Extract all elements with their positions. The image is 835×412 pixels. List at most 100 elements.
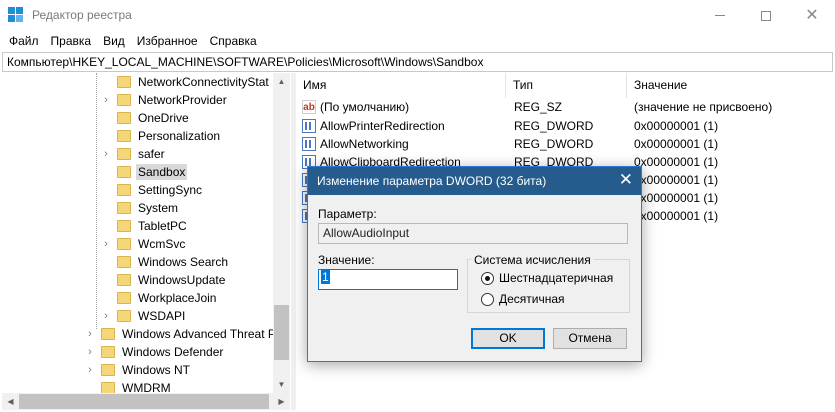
value-data-text: 1 [321,270,330,284]
value-row[interactable]: ab (По умолчанию) REG_SZ (значение не пр… [296,98,835,116]
tree-horizontal-scroll-thumb[interactable] [19,394,269,409]
folder-open-icon [117,166,131,178]
menu-file[interactable]: Файл [3,31,45,51]
close-button[interactable]: ✕ [789,0,835,31]
folder-icon [101,328,115,340]
tree-horizontal-scrollbar[interactable]: ◀ ▶ [2,393,290,410]
tree-item[interactable]: TabletPC [101,217,189,235]
tree-item[interactable]: WorkplaceJoin [101,289,218,307]
menu-edit[interactable]: Правка [45,31,98,51]
cancel-button[interactable]: Отмена [553,328,627,349]
expand-chevron-icon[interactable]: › [101,94,111,106]
title-bar: Редактор реестра ✕ [0,0,835,31]
tree-item-label: WSDAPI [138,309,186,323]
expand-chevron-icon[interactable]: › [85,328,95,340]
address-bar[interactable]: Компьютер\HKEY_LOCAL_MACHINE\SOFTWARE\Po… [2,52,833,72]
tree-item[interactable]: System [101,199,180,217]
folder-icon [117,130,131,142]
tree-item[interactable]: SettingSync [101,181,204,199]
parameter-label: Параметр: [318,207,377,221]
maximize-icon [761,10,771,21]
radio-selected-icon[interactable] [481,271,494,285]
string-value-icon: ab [302,100,316,114]
menu-bar: Файл Правка Вид Избранное Справка [0,31,835,51]
tree-item-label: Windows Search [138,255,229,269]
expand-chevron-icon[interactable]: › [101,148,111,160]
expand-chevron-icon[interactable]: › [85,346,95,358]
base-groupbox-title: Система исчисления [471,253,594,267]
menu-view[interactable]: Вид [97,31,131,51]
window-title: Редактор реестра [32,8,132,22]
column-header-type[interactable]: Тип [506,73,627,98]
tree-item[interactable]: › WcmSvc [101,235,187,253]
scroll-left-icon[interactable]: ◀ [2,393,19,410]
tree-item-label: Windows NT [122,363,191,377]
column-header-name[interactable]: Имя [296,73,506,98]
maximize-button[interactable] [743,0,789,31]
tree-item[interactable]: › safer [101,145,167,163]
tree-item-label: WcmSvc [138,237,186,251]
value-data: 0x00000001 (1) [634,191,719,205]
minimize-button[interactable] [697,0,743,31]
value-name: AllowNetworking [320,137,409,151]
value-row[interactable]: AllowNetworking REG_DWORD 0x00000001 (1) [296,135,835,153]
radio-decimal[interactable]: Десятичная [481,292,565,306]
folder-icon [117,292,131,304]
folder-icon [117,220,131,232]
dialog-title-bar[interactable]: Изменение параметра DWORD (32 бита) ✕ [308,167,641,195]
scroll-up-icon[interactable]: ▲ [273,73,290,90]
value-type: REG_DWORD [514,137,594,151]
tree-vertical-scrollbar[interactable]: ▲ ▼ [273,73,290,393]
folder-icon [117,94,131,106]
tree-item[interactable]: Windows Search [101,253,230,271]
radio-unselected-icon[interactable] [481,292,494,306]
tree-item[interactable]: OneDrive [101,109,191,127]
value-type: REG_SZ [514,100,563,114]
dialog-close-icon[interactable]: ✕ [619,171,633,189]
tree-item-label: TabletPC [138,219,187,233]
tree-item[interactable]: › WSDAPI [101,307,187,325]
tree-vertical-scroll-thumb[interactable] [274,305,289,360]
folder-icon [101,346,115,358]
menu-favorites[interactable]: Избранное [131,31,204,51]
expand-chevron-icon[interactable]: › [101,310,111,322]
expand-chevron-icon[interactable]: › [85,364,95,376]
value-row[interactable]: AllowPrinterRedirection REG_DWORD 0x0000… [296,117,835,135]
folder-icon [117,184,131,196]
tree-item[interactable]: WindowsUpdate [101,271,227,289]
tree-item[interactable]: › Windows NT [85,361,192,379]
folder-icon [117,256,131,268]
expand-chevron-icon[interactable]: › [101,238,111,250]
tree-item-label: Windows Defender [122,345,224,359]
folder-icon [101,364,115,376]
tree-item-label: safer [138,147,165,161]
scroll-right-icon[interactable]: ▶ [273,393,290,410]
value-data-input[interactable]: 1 [318,269,458,290]
value-data: (значение не присвоено) [634,100,773,114]
menu-help[interactable]: Справка [204,31,263,51]
tree-item-sandbox[interactable]: Sandbox [101,163,188,181]
column-header-value[interactable]: Значение [627,73,835,98]
tree-item[interactable]: Personalization [101,127,222,145]
radio-decimal-label: Десятичная [499,292,565,306]
dialog-title: Изменение параметра DWORD (32 бита) [317,174,547,188]
tree-item[interactable]: › Windows Advanced Threat P [85,325,278,343]
tree-item[interactable]: NetworkConnectivityStat [101,73,271,91]
tree-item-label: NetworkConnectivityStat [138,75,269,89]
folder-icon [117,148,131,160]
parameter-name-field: AllowAudioInput [318,223,628,244]
tree-item-label: Windows Advanced Threat P [122,327,276,341]
value-type: REG_DWORD [514,119,594,133]
radio-hexadecimal[interactable]: Шестнадцатеричная [481,271,613,285]
ok-button[interactable]: OK [471,328,545,349]
value-label: Значение: [318,253,375,267]
tree-item[interactable]: › Windows Defender [85,343,225,361]
close-icon: ✕ [805,6,819,24]
tree-item-label: Sandbox [136,164,188,180]
folder-icon [117,274,131,286]
dword-value-icon [302,119,316,133]
radio-hexadecimal-label: Шестнадцатеричная [499,271,614,285]
scroll-down-icon[interactable]: ▼ [273,376,290,393]
folder-icon [117,112,131,124]
tree-item[interactable]: › NetworkProvider [101,91,229,109]
